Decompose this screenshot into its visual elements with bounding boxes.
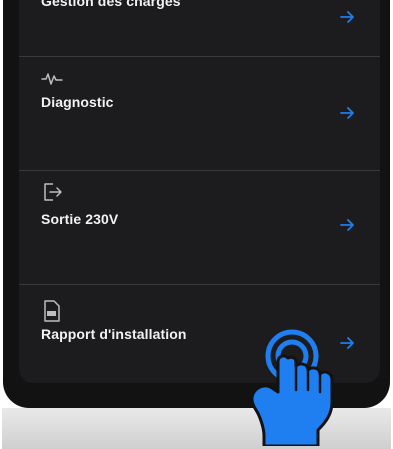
arrow-right-icon xyxy=(340,337,354,349)
arrow-right-icon xyxy=(340,11,354,23)
menu-item-gestion-des-charges[interactable]: Gestion des charges xyxy=(19,0,380,56)
menu-item-label: Sortie 230V xyxy=(41,211,119,227)
arrow-right-icon xyxy=(340,107,354,119)
pulse-icon xyxy=(41,73,63,85)
arrow-right-icon xyxy=(340,219,354,231)
menu-item-diagnostic[interactable]: Diagnostic xyxy=(19,56,380,171)
exit-icon xyxy=(44,183,62,201)
tap-hand-icon xyxy=(250,329,334,446)
menu-item-sortie-230v[interactable]: Sortie 230V xyxy=(19,170,380,285)
menu-item-label: Rapport d'installation xyxy=(41,326,187,342)
menu-item-label: Gestion des charges xyxy=(41,0,181,9)
pdf-document-icon xyxy=(44,300,60,322)
menu-item-label: Diagnostic xyxy=(41,94,114,110)
